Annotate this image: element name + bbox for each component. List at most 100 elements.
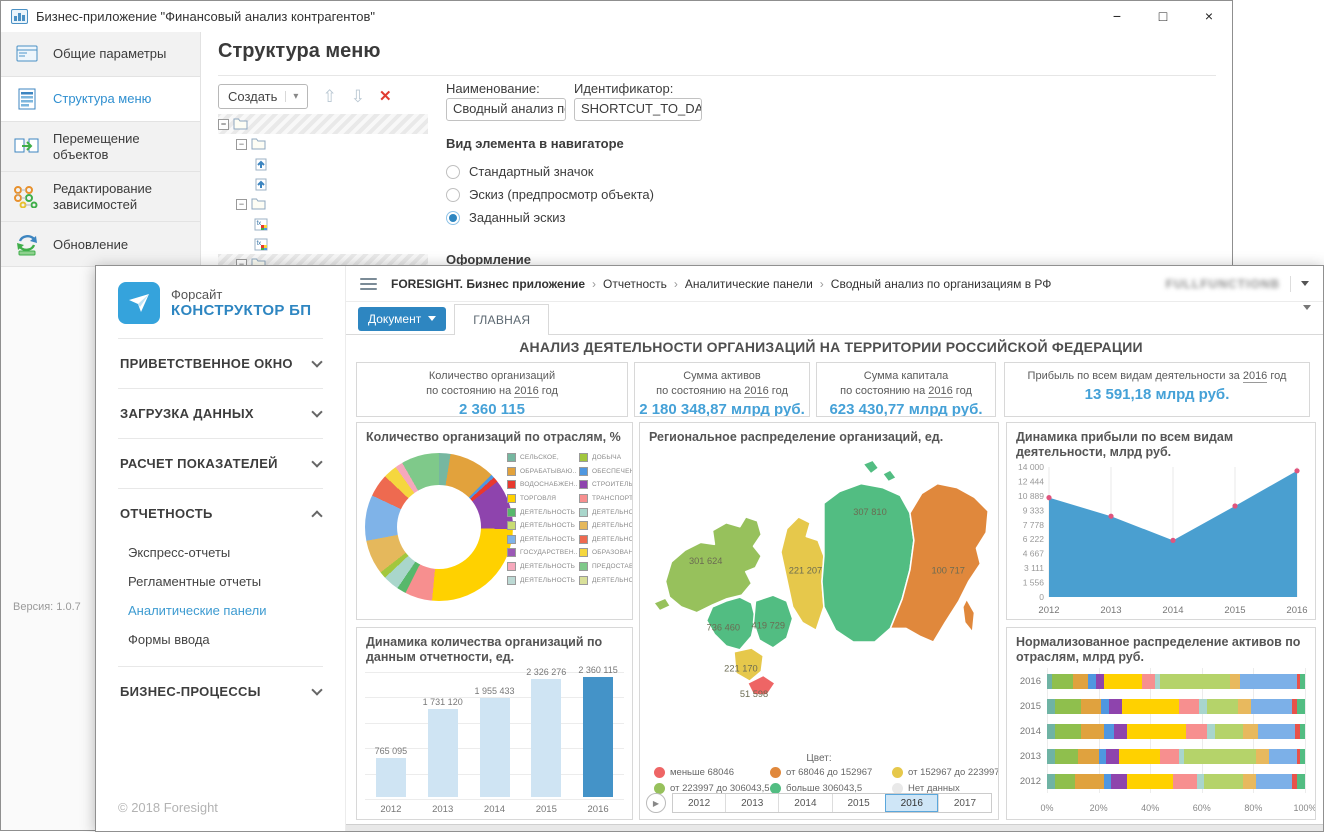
stack-segment[interactable] [1258,724,1294,739]
stack-segment[interactable] [1047,774,1055,789]
minimize-icon[interactable]: − [1094,1,1140,31]
stack-segment[interactable] [1075,774,1103,789]
stack-segment[interactable] [1173,774,1196,789]
stack-segment[interactable] [1099,749,1107,764]
stack-segment[interactable] [1243,724,1258,739]
map-region[interactable] [863,460,879,474]
stack-segment[interactable] [1230,674,1240,689]
tree-item[interactable]: fx [218,234,428,254]
stack-segment[interactable] [1104,674,1143,689]
collapse-icon[interactable]: − [218,119,229,130]
kpi-year-link[interactable]: 2016 [514,385,538,398]
stack-segment[interactable] [1104,774,1112,789]
user-menu-caret-icon[interactable] [1301,281,1309,286]
stack-segment[interactable] [1081,724,1104,739]
stack-segment[interactable] [1297,699,1305,714]
stack-segment[interactable] [1073,674,1088,689]
stack-segment[interactable] [1197,774,1205,789]
bar-2015[interactable] [531,679,561,797]
breadcrumb-item[interactable]: Сводный анализ по организациям в РФ [831,277,1052,291]
stack-segment[interactable] [1047,724,1055,739]
stack-segment[interactable] [1055,699,1081,714]
document-menu-button[interactable]: Документ [358,307,446,331]
stack-segment[interactable] [1160,674,1230,689]
tree-item[interactable] [218,154,428,174]
timeline-year-2014[interactable]: 2014 [778,794,831,812]
stack-segment[interactable] [1297,774,1305,789]
stack-segment[interactable] [1122,699,1179,714]
tree-item[interactable] [218,174,428,194]
tab-main[interactable]: ГЛАВНАЯ [454,304,549,335]
stack-segment[interactable] [1096,674,1104,689]
stack-segment[interactable] [1215,724,1243,739]
stack-segment[interactable] [1142,674,1155,689]
bar-2016[interactable] [583,677,613,797]
stack-segment[interactable] [1109,699,1122,714]
russia-map[interactable]: 301 624736 460419 729221 17051 598221 20… [644,451,996,751]
stack-segment[interactable] [1269,749,1297,764]
breadcrumb-item[interactable]: Аналитические панели [685,277,813,291]
stack-segment[interactable] [1055,724,1081,739]
bar-2013[interactable] [428,709,458,797]
sidebar-item-4[interactable]: Редактирование зависимостей [1,172,200,222]
timeline-year-2015[interactable]: 2015 [832,794,885,812]
stack-segment[interactable] [1127,774,1173,789]
stack-segment[interactable] [1047,699,1055,714]
maximize-icon[interactable]: □ [1140,1,1186,31]
stack-segment[interactable] [1106,749,1119,764]
bg-titlebar[interactable]: Бизнес-приложение "Финансовый анализ кон… [1,1,1232,31]
stack-segment[interactable] [1119,749,1160,764]
stack-segment[interactable] [1207,724,1215,739]
map-region[interactable] [883,470,897,482]
stack-segment[interactable] [1256,749,1269,764]
map-region[interactable] [654,598,671,611]
stack-segment[interactable] [1111,774,1126,789]
breadcrumb-item[interactable]: Отчетность [603,277,667,291]
menu-section-header[interactable]: ПРИВЕТСТВЕННОЕ ОКНО [118,339,323,388]
move-up-icon[interactable]: ⇧ [322,88,336,105]
create-button[interactable]: Создать ▾ [218,84,308,109]
stack-segment[interactable] [1256,774,1292,789]
bar-2014[interactable] [480,698,510,797]
stack-segment[interactable] [1186,724,1207,739]
tree-item[interactable]: fx [218,214,428,234]
kpi-year-link[interactable]: 2016 [1243,370,1267,383]
stack-segment[interactable] [1101,699,1109,714]
stack-segment[interactable] [1055,774,1076,789]
stack-segment[interactable] [1104,724,1114,739]
close-icon[interactable]: × [1186,1,1232,31]
sidebar-item-1[interactable]: Общие параметры [1,32,200,77]
delete-icon[interactable]: ✕ [379,89,392,104]
timeline-year-2012[interactable]: 2012 [673,794,725,812]
menu-item-регламентные-отчеты[interactable]: Регламентные отчеты [128,567,323,596]
toolbar-caret-icon[interactable] [1303,310,1311,328]
bar-2012[interactable] [376,758,406,797]
stack-segment[interactable] [1300,749,1305,764]
name-input[interactable]: Сводный анализ по ор [446,98,566,121]
stack-segment[interactable] [1300,674,1305,689]
menu-item-аналитические-панели[interactable]: Аналитические панели [128,596,323,625]
stack-segment[interactable] [1207,699,1238,714]
map-region[interactable] [963,599,975,632]
stack-segment[interactable] [1055,749,1078,764]
stack-segment[interactable] [1240,674,1297,689]
collapse-icon[interactable]: − [236,139,247,150]
stack-segment[interactable] [1114,724,1127,739]
radio-option-2[interactable]: Эскиз (предпросмотр объекта) [446,187,654,202]
stack-segment[interactable] [1179,699,1200,714]
radio-icon[interactable] [446,165,460,179]
collapse-icon[interactable]: − [236,199,247,210]
stack-segment[interactable] [1088,674,1096,689]
kpi-year-link[interactable]: 2016 [928,385,952,398]
stack-segment[interactable] [1204,774,1243,789]
sidebar-item-2[interactable]: Структура меню [1,77,200,122]
timeline-year-2017[interactable]: 2017 [938,794,991,812]
radio-option-1[interactable]: Стандартный значок [446,164,594,179]
stack-segment[interactable] [1238,699,1251,714]
menu-section-header[interactable]: БИЗНЕС-ПРОЦЕССЫ [118,667,323,716]
stack-segment[interactable] [1184,749,1256,764]
stack-segment[interactable] [1052,674,1073,689]
stack-segment[interactable] [1199,699,1207,714]
hamburger-icon[interactable] [360,278,377,290]
stack-segment[interactable] [1251,699,1292,714]
